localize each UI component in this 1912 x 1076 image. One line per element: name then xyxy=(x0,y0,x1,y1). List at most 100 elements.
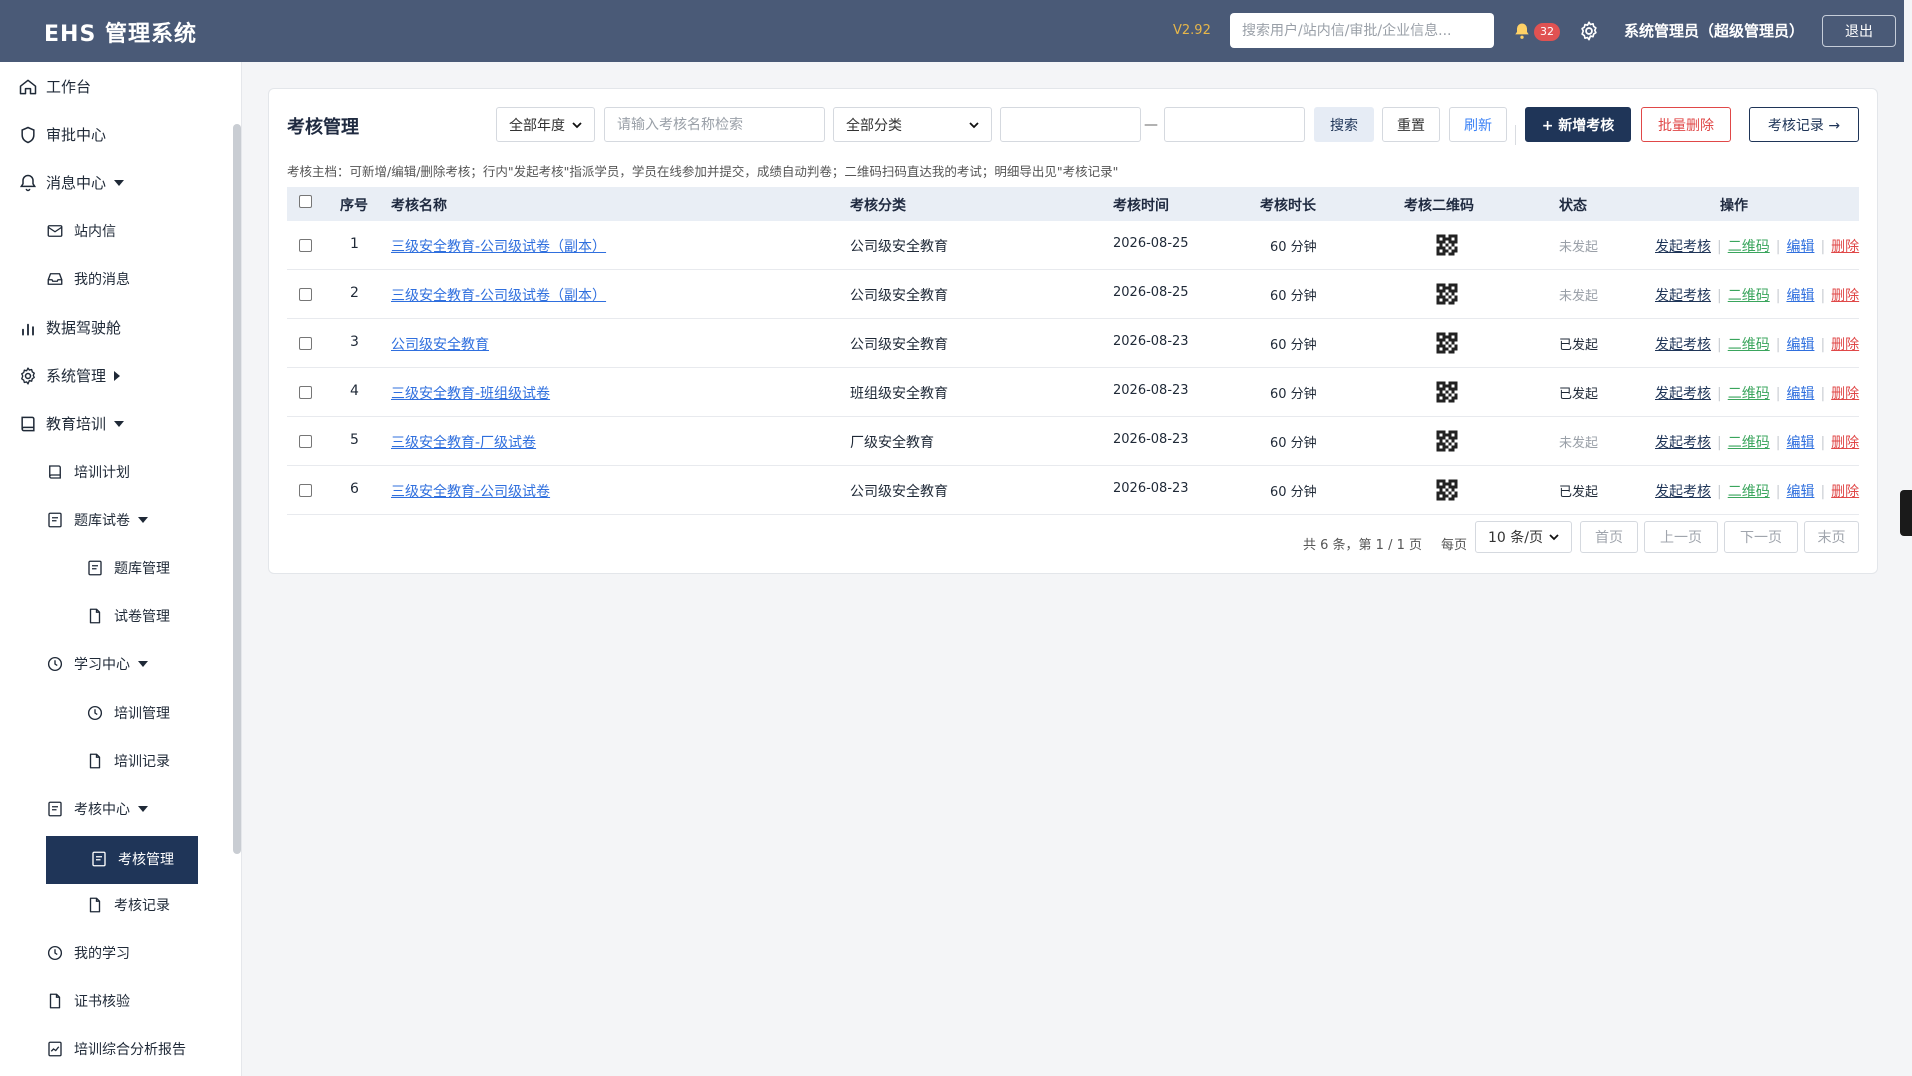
qrcode-link[interactable]: 二维码 xyxy=(1728,288,1770,304)
launch-exam-link[interactable]: 发起考核 xyxy=(1655,435,1711,451)
edit-link[interactable]: 编辑 xyxy=(1786,484,1814,500)
reset-button[interactable]: 重置 xyxy=(1382,107,1440,142)
row-checkbox[interactable] xyxy=(299,484,312,497)
delete-link[interactable]: 删除 xyxy=(1831,288,1859,304)
category-select[interactable]: 全部分类 xyxy=(833,107,992,142)
exam-name-link[interactable]: 三级安全教育-班组级试卷 xyxy=(391,383,550,403)
qrcode-link[interactable]: 二维码 xyxy=(1728,484,1770,500)
list-doc-icon xyxy=(88,560,102,576)
edit-link[interactable]: 编辑 xyxy=(1786,239,1814,255)
global-search-input[interactable] xyxy=(1230,13,1494,48)
sidebar-item-exam-records[interactable]: 考核记录 xyxy=(86,895,170,915)
edit-link[interactable]: 编辑 xyxy=(1786,337,1814,353)
last-page-button[interactable]: 末页 xyxy=(1804,521,1859,553)
row-checkbox[interactable] xyxy=(299,435,312,448)
sidebar-item-my-study[interactable]: 我的学习 xyxy=(46,943,130,963)
sidebar-item-label: 题库试卷 xyxy=(74,513,130,529)
edit-link[interactable]: 编辑 xyxy=(1786,386,1814,402)
date-to-input[interactable] xyxy=(1164,107,1305,142)
qrcode-icon[interactable] xyxy=(1435,282,1459,306)
refresh-button[interactable]: 刷新 xyxy=(1449,107,1507,142)
delete-link[interactable]: 删除 xyxy=(1831,435,1859,451)
qrcode-icon[interactable] xyxy=(1435,331,1459,355)
sidebar-item-education[interactable]: 教育培训 xyxy=(18,413,125,434)
action-separator: | xyxy=(1775,288,1781,304)
qrcode-icon[interactable] xyxy=(1435,380,1459,404)
sidebar-item-inbox[interactable]: 站内信 xyxy=(46,221,116,241)
delete-link[interactable]: 删除 xyxy=(1831,484,1859,500)
row-checkbox[interactable] xyxy=(299,288,312,301)
launch-exam-link[interactable]: 发起考核 xyxy=(1655,239,1711,255)
sidebar-scrollbar[interactable] xyxy=(233,124,241,854)
sidebar-item-question-bank[interactable]: 题库试卷 xyxy=(46,510,148,530)
launch-exam-link[interactable]: 发起考核 xyxy=(1655,484,1711,500)
gear-icon[interactable] xyxy=(1578,20,1600,42)
sidebar-item-cockpit[interactable]: 数据驾驶舱 xyxy=(18,317,121,338)
row-checkbox[interactable] xyxy=(299,386,312,399)
sidebar-item-approval[interactable]: 审批中心 xyxy=(18,124,106,145)
qrcode-link[interactable]: 二维码 xyxy=(1728,435,1770,451)
launch-exam-link[interactable]: 发起考核 xyxy=(1655,337,1711,353)
logout-button[interactable]: 退出 xyxy=(1822,15,1896,47)
sidebar-item-cert-check[interactable]: 证书核验 xyxy=(46,991,130,1011)
qrcode-link[interactable]: 二维码 xyxy=(1728,386,1770,402)
sidebar-item-workbench[interactable]: 工作台 xyxy=(18,76,91,97)
exam-name-link[interactable]: 三级安全教育-公司级试卷（副本） xyxy=(391,236,606,256)
action-separator: | xyxy=(1820,484,1826,500)
launch-exam-link[interactable]: 发起考核 xyxy=(1655,288,1711,304)
sidebar-item-training-records[interactable]: 培训记录 xyxy=(86,751,170,771)
app-version: V2.92 xyxy=(1173,23,1211,38)
page-size-select[interactable]: 10 条/页 xyxy=(1475,521,1572,553)
sidebar-item-report[interactable]: 培训综合分析报告 xyxy=(46,1039,186,1059)
delete-link[interactable]: 删除 xyxy=(1831,337,1859,353)
side-drawer-tab[interactable] xyxy=(1900,490,1912,536)
exam-name-link[interactable]: 三级安全教育-公司级试卷 xyxy=(391,481,550,501)
exam-management-card: 考核管理 全部年度 全部分类 — 搜索 重置 刷新 + 新增考核 批量删除 考核… xyxy=(268,88,1878,574)
sidebar-item-label: 教育培训 xyxy=(46,415,107,433)
qrcode-icon[interactable] xyxy=(1435,429,1459,453)
delete-link[interactable]: 删除 xyxy=(1831,386,1859,402)
sidebar-item-training-plan[interactable]: 培训计划 xyxy=(46,462,130,482)
delete-link[interactable]: 删除 xyxy=(1831,239,1859,255)
exam-name-search-input[interactable] xyxy=(604,107,825,142)
qrcode-icon[interactable] xyxy=(1435,478,1459,502)
column-header-name: 考核名称 xyxy=(391,198,447,214)
sidebar-item-exam-manage[interactable]: 考核管理 xyxy=(46,836,198,884)
sidebar-item-paper-manage[interactable]: 试卷管理 xyxy=(86,606,170,626)
prev-page-button[interactable]: 上一页 xyxy=(1644,521,1718,553)
edit-link[interactable]: 编辑 xyxy=(1786,435,1814,451)
select-all-checkbox[interactable] xyxy=(299,195,312,208)
current-user[interactable]: 系统管理员（超级管理员） xyxy=(1624,20,1804,41)
qrcode-link[interactable]: 二维码 xyxy=(1728,239,1770,255)
next-page-button[interactable]: 下一页 xyxy=(1724,521,1798,553)
list-doc-icon xyxy=(48,801,62,817)
status-badge: 已发起 xyxy=(1559,387,1599,402)
year-select[interactable]: 全部年度 xyxy=(496,107,595,142)
sidebar-item-messages[interactable]: 消息中心 xyxy=(18,172,125,193)
sidebar-item-system[interactable]: 系统管理 xyxy=(18,365,121,386)
exam-name-link[interactable]: 三级安全教育-厂级试卷 xyxy=(391,432,536,452)
sidebar-item-study-center[interactable]: 学习中心 xyxy=(46,654,148,674)
search-button[interactable]: 搜索 xyxy=(1314,107,1374,142)
first-page-button[interactable]: 首页 xyxy=(1580,521,1638,553)
qrcode-link[interactable]: 二维码 xyxy=(1728,337,1770,353)
qrcode-icon[interactable] xyxy=(1435,233,1459,257)
row-checkbox[interactable] xyxy=(299,337,312,350)
book-icon xyxy=(21,416,35,431)
exam-name-link[interactable]: 公司级安全教育 xyxy=(391,334,489,354)
launch-exam-link[interactable]: 发起考核 xyxy=(1655,386,1711,402)
edit-link[interactable]: 编辑 xyxy=(1786,288,1814,304)
sidebar-item-training-manage[interactable]: 培训管理 xyxy=(86,703,170,723)
exam-name-link[interactable]: 三级安全教育-公司级试卷（副本） xyxy=(391,285,606,305)
exam-records-button[interactable]: 考核记录 → xyxy=(1749,107,1859,142)
sidebar-item-exam-manage-inner: 考核管理 xyxy=(90,849,174,869)
bulk-delete-button[interactable]: 批量删除 xyxy=(1641,107,1731,142)
sidebar-item-exam-center[interactable]: 考核中心 xyxy=(46,799,148,819)
row-checkbox[interactable] xyxy=(299,239,312,252)
bell-icon[interactable] xyxy=(1512,20,1532,42)
notification-badge: 32 xyxy=(1534,23,1560,41)
date-from-input[interactable] xyxy=(1000,107,1141,142)
add-exam-button[interactable]: + 新增考核 xyxy=(1525,107,1631,142)
sidebar-item-bank-manage[interactable]: 题库管理 xyxy=(86,558,170,578)
sidebar-item-my-messages[interactable]: 我的消息 xyxy=(46,269,130,289)
